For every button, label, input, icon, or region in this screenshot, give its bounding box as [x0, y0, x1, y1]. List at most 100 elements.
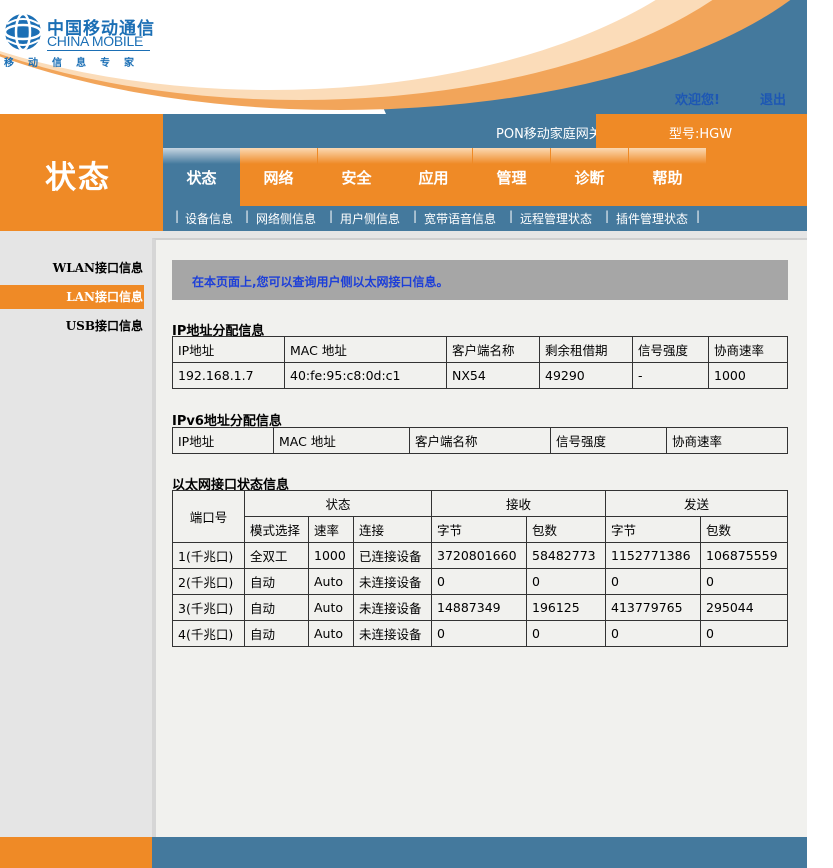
eth-cell: 413779765	[605, 594, 701, 621]
nav-tab-label: 诊断	[574, 169, 605, 187]
ipv6-header-cell: IP地址	[172, 427, 274, 454]
port-header-cell: 端口号	[172, 490, 245, 543]
eth-cell: 自动	[244, 620, 309, 647]
lease-cell: 49290	[539, 362, 633, 389]
eth-cell: 未连接设备	[353, 568, 432, 595]
eth-cell: 0	[700, 568, 788, 595]
nav-tab-gloss	[163, 148, 240, 164]
sub-nav-device-info[interactable]: 设备信息	[185, 210, 233, 227]
eth-cell: 全双工	[244, 542, 309, 569]
sidebar-item-label: LAN接口信息	[66, 290, 143, 304]
content-panel: 在本页面上,您可以查询用户侧以太网接口信息。 IP地址分配信息 IP地址 MAC…	[152, 238, 807, 837]
sub-nav-separator: |	[175, 209, 180, 223]
nav-tab-network[interactable]: 网络	[240, 148, 317, 206]
ip-table: IP地址 MAC 地址 客户端名称 剩余租借期 信号强度 协商速率 192.16…	[172, 336, 788, 389]
table-header-row: IP地址 MAC 地址 客户端名称 剩余租借期 信号强度 协商速率	[172, 336, 788, 363]
status-group-header: 状态	[244, 490, 432, 517]
eth-cell: 自动	[244, 568, 309, 595]
eth-cell: 0	[431, 620, 527, 647]
sidebar-item-lan[interactable]: LAN接口信息	[0, 285, 144, 309]
sub-nav-separator: |	[605, 209, 610, 223]
eth-cell: 3(千兆口)	[172, 594, 245, 621]
sidebar-item-usb[interactable]: USB接口信息	[0, 314, 144, 338]
eth-sub-header-cell: 字节	[431, 516, 527, 543]
ipv6-header-cell: MAC 地址	[273, 427, 410, 454]
eth-cell: 58482773	[526, 542, 606, 569]
sub-nav-separator: |	[413, 209, 418, 223]
sidebar-item-wlan[interactable]: WLAN接口信息	[0, 256, 144, 280]
nav-tab-label: 状态	[186, 169, 217, 187]
nav-tab-security[interactable]: 安全	[318, 148, 395, 206]
table-row: 192.168.1.7 40:fe:95:c8:0d:c1 NX54 49290…	[172, 362, 788, 389]
eth-cell: Auto	[308, 620, 354, 647]
nav-tab-help[interactable]: 帮助	[629, 148, 706, 206]
footer-right-bar	[152, 837, 807, 868]
device-name: PON移动家庭网关	[496, 127, 602, 142]
sub-nav: | 设备信息 | 网络侧信息 | 用户侧信息 | 宽带语音信息 | 远程管理状态…	[163, 206, 807, 231]
send-group-header: 发送	[605, 490, 788, 517]
sub-nav-voice-info[interactable]: 宽带语音信息	[424, 210, 496, 227]
eth-cell: 1000	[308, 542, 354, 569]
nav-tab-label: 管理	[496, 169, 527, 187]
eth-cell: 自动	[244, 594, 309, 621]
table-row: 1(千兆口) 全双工 1000 已连接设备 3720801660 5848277…	[172, 542, 788, 569]
table-row: 3(千兆口) 自动 Auto 未连接设备 14887349 196125 413…	[172, 594, 788, 621]
nav-tab-label: 安全	[341, 169, 372, 187]
sub-nav-separator: |	[696, 209, 701, 223]
header-banner: 中国移动通信 CHINA MOBILE 移动信息专家 欢迎您! 退出	[0, 0, 807, 114]
china-mobile-globe-icon	[3, 12, 43, 52]
logout-link[interactable]: 退出	[760, 89, 786, 108]
eth-cell: 1152771386	[605, 542, 701, 569]
sub-nav-separator: |	[509, 209, 514, 223]
ip-header-cell: 客户端名称	[446, 336, 540, 363]
nav-tab-label: 帮助	[652, 169, 683, 187]
brand-slogan: 移动信息专家	[4, 58, 148, 69]
nav-tab-status[interactable]: 状态	[163, 148, 240, 206]
eth-cell: 3720801660	[431, 542, 527, 569]
eth-cell: 0	[700, 620, 788, 647]
sub-nav-lan-info[interactable]: 用户侧信息	[340, 210, 400, 227]
nav-tab-label: 应用	[418, 169, 449, 187]
ip-cell: 192.168.1.7	[172, 362, 285, 389]
sub-nav-separator: |	[245, 209, 250, 223]
eth-cell: 196125	[526, 594, 606, 621]
eth-cell: 未连接设备	[353, 620, 432, 647]
ip-header-cell: MAC 地址	[284, 336, 447, 363]
eth-cell: 0	[526, 568, 606, 595]
sub-nav-separator: |	[329, 209, 334, 223]
sub-nav-remote-mgmt[interactable]: 远程管理状态	[520, 210, 592, 227]
sub-nav-wan-info[interactable]: 网络侧信息	[256, 210, 316, 227]
eth-cell: 未连接设备	[353, 594, 432, 621]
nav-tab-application[interactable]: 应用	[395, 148, 472, 206]
ip-header-cell: IP地址	[172, 336, 285, 363]
sidebar: WLAN接口信息 LAN接口信息 USB接口信息	[0, 231, 152, 837]
table-header-row: 端口号 状态 接收 发送	[172, 490, 788, 543]
welcome-text: 欢迎您!	[675, 93, 720, 108]
eth-cell: 14887349	[431, 594, 527, 621]
eth-sub-header-cell: 包数	[700, 516, 788, 543]
nav-tab-gloss	[318, 148, 395, 164]
rate-cell: 1000	[708, 362, 788, 389]
eth-cell: Auto	[308, 594, 354, 621]
eth-cell: 0	[526, 620, 606, 647]
table-header-row: 模式选择 速率 连接 字节 包数 字节 包数	[173, 516, 788, 543]
model-label: 型号:HGW	[669, 127, 733, 142]
eth-sub-header-cell: 包数	[526, 516, 606, 543]
nav-tab-gloss	[240, 148, 317, 164]
device-info-bar: PON移动家庭网关 型号:HGW	[163, 114, 807, 148]
nav-tab-gloss	[473, 148, 550, 164]
nav-tab-gloss	[395, 148, 472, 164]
eth-cell: 0	[605, 568, 701, 595]
ip-header-cell: 剩余租借期	[539, 336, 633, 363]
model-box: 型号:HGW	[596, 114, 807, 148]
nav-tab-management[interactable]: 管理	[473, 148, 550, 206]
nav-tab-gloss	[551, 148, 628, 164]
eth-cell: 2(千兆口)	[172, 568, 245, 595]
page-heading-box: 状态	[0, 114, 163, 231]
eth-sub-header-cell: 字节	[605, 516, 701, 543]
table-row: 2(千兆口) 自动 Auto 未连接设备 0 0 0 0	[172, 568, 788, 595]
sub-nav-plugin-mgmt[interactable]: 插件管理状态	[616, 210, 688, 227]
table-header-row: IP地址 MAC 地址 客户端名称 信号强度 协商速率	[172, 427, 788, 454]
nav-tab-diagnosis[interactable]: 诊断	[551, 148, 628, 206]
receive-group-header: 接收	[431, 490, 606, 517]
